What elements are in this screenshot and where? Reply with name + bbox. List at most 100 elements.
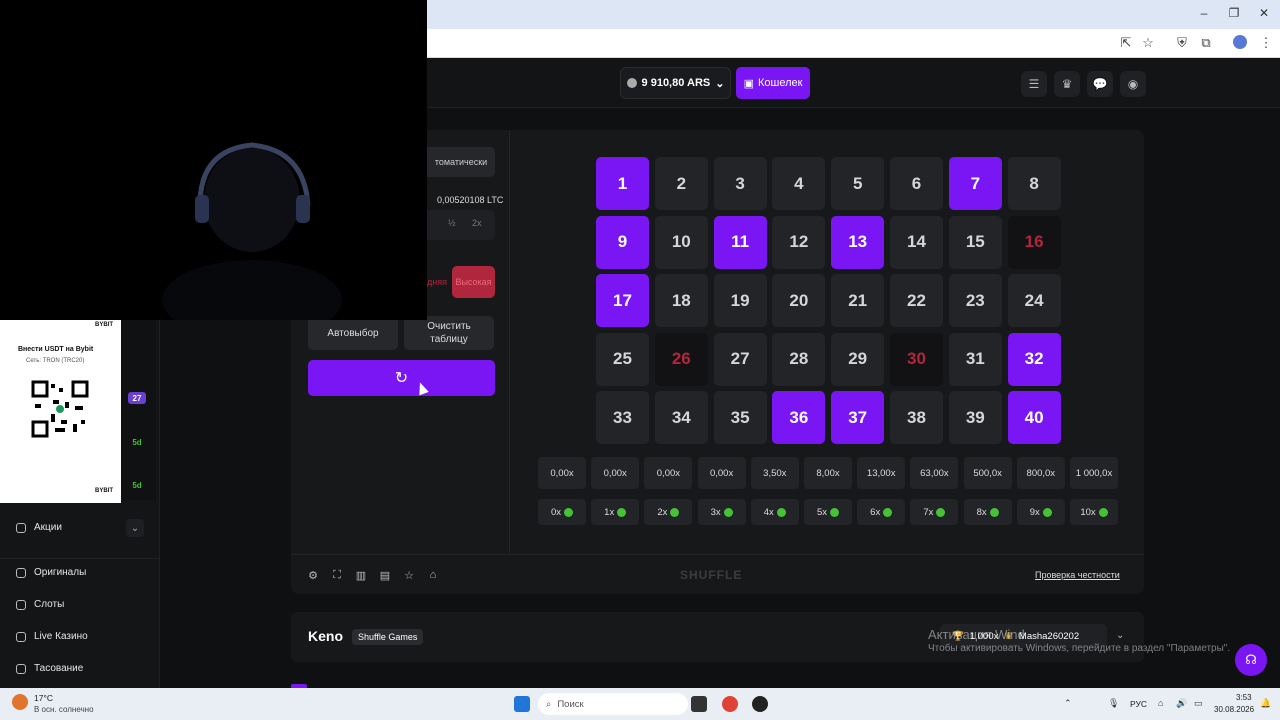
extension-shield-icon[interactable]: ⛨ <box>1174 35 1190 51</box>
windows-start-icon[interactable] <box>514 696 530 712</box>
keno-tile[interactable]: 14 <box>890 215 943 269</box>
keno-tile[interactable]: 2 <box>654 157 708 210</box>
keno-tile[interactable]: 20 <box>772 274 826 328</box>
sidebar-item-shuffling[interactable]: Тасование <box>16 663 83 674</box>
keno-tile[interactable]: 23 <box>948 274 1002 328</box>
keno-tile[interactable]: 27 <box>713 332 767 386</box>
keno-tile[interactable]: 1 <box>596 157 649 210</box>
battery-icon[interactable]: ▭ <box>1194 698 1203 709</box>
keno-tile[interactable]: 32 <box>1007 332 1061 386</box>
keno-tile[interactable]: 19 <box>713 274 767 328</box>
chevron-down-icon[interactable]: ⌄ <box>126 519 144 537</box>
keno-tile[interactable]: 13 <box>831 215 885 269</box>
taskbar-search[interactable]: ⌕ Поиск <box>538 693 688 715</box>
support-chat-button[interactable]: ☊ <box>1235 644 1267 676</box>
keno-tile[interactable]: 12 <box>772 215 826 269</box>
keno-tile[interactable]: 35 <box>713 391 767 445</box>
risk-high-button[interactable]: Высокая <box>452 266 495 298</box>
extensions-puzzle-icon[interactable]: ⧉ <box>1198 35 1214 51</box>
keno-tile[interactable]: 38 <box>890 391 943 445</box>
gem-icon <box>776 507 786 517</box>
keno-tile[interactable]: 6 <box>890 157 943 210</box>
keno-tile[interactable]: 10 <box>654 215 708 269</box>
keno-tile[interactable]: 9 <box>596 215 649 269</box>
task-view-icon[interactable] <box>691 696 707 712</box>
keno-tile[interactable]: 25 <box>596 332 649 386</box>
fairness-link[interactable]: Проверка честности <box>1035 570 1120 580</box>
favorite-star-icon[interactable]: ☆ <box>402 569 416 582</box>
account-icon[interactable]: ◉ <box>1120 71 1146 97</box>
keno-tile[interactable]: 7 <box>948 157 1002 210</box>
cast-icon[interactable]: ⇱ <box>1118 35 1134 51</box>
keno-tile[interactable]: 40 <box>1007 391 1061 445</box>
keno-tile[interactable]: 16 <box>1007 215 1061 269</box>
gift-icon[interactable]: ⌂ <box>426 569 440 581</box>
wallet-button[interactable]: ▣ Кошелек <box>736 67 810 99</box>
balance-selector[interactable]: 9 910,80 ARS ⌄ <box>620 67 731 99</box>
keno-tile[interactable]: 18 <box>654 274 708 328</box>
sidebar-item-slots[interactable]: Слоты <box>16 599 64 610</box>
sidebar-item-originals[interactable]: Оригиналы <box>16 567 86 578</box>
clock-date: 30.08.2026 <box>1214 705 1255 714</box>
stats-bars-icon[interactable]: ▥ <box>354 569 368 582</box>
volume-icon[interactable]: 🔊 <box>1176 698 1187 709</box>
play-button[interactable]: ↻ <box>308 360 495 396</box>
hit-count-label: 6x <box>870 506 881 518</box>
keno-tile[interactable]: 37 <box>831 391 885 445</box>
microphone-icon[interactable]: 🎙 <box>1108 698 1119 709</box>
keno-tile[interactable]: 33 <box>596 391 649 445</box>
chevron-down-icon[interactable]: ⌄ <box>1116 630 1124 641</box>
chart-icon[interactable]: ▤ <box>378 569 392 582</box>
keno-tile[interactable]: 34 <box>654 391 708 445</box>
hit-count-label: 4x <box>763 506 774 518</box>
top-user: Masha260202 <box>1018 630 1080 642</box>
keno-tile[interactable]: 28 <box>772 332 826 386</box>
notifications-icon[interactable]: 🔔 <box>1260 698 1271 709</box>
wallet-icon: ▣ <box>743 77 754 90</box>
minimize-icon[interactable]: – <box>1196 6 1212 20</box>
network-icon[interactable]: ⌂ <box>1158 698 1163 708</box>
keno-tile[interactable]: 30 <box>890 332 943 386</box>
keno-tile[interactable]: 11 <box>713 215 767 269</box>
weather-icon[interactable] <box>12 694 28 710</box>
sidebar-item-promotions[interactable]: Акции <box>16 522 62 533</box>
provider-badge[interactable]: Shuffle Games <box>352 629 424 645</box>
keno-tile[interactable]: 15 <box>948 215 1002 269</box>
bet-amount-input[interactable] <box>427 210 495 240</box>
theatre-mode-icon[interactable]: ⛶ <box>330 569 344 582</box>
keno-tile[interactable]: 29 <box>831 332 885 386</box>
profile-avatar-icon[interactable] <box>1232 35 1248 52</box>
autoselect-button[interactable]: Автовыбор <box>308 316 398 350</box>
keno-tile[interactable]: 24 <box>1007 274 1061 328</box>
maximize-icon[interactable]: ❐ <box>1226 6 1242 20</box>
keno-tile[interactable]: 8 <box>1007 157 1061 210</box>
rewards-icon[interactable]: ♛ <box>1054 71 1080 97</box>
sidebar-item-live-casino[interactable]: Live Казино <box>16 631 88 642</box>
keno-tile[interactable]: 26 <box>654 332 708 386</box>
keno-tile[interactable]: 5 <box>831 157 885 210</box>
keno-tile[interactable]: 3 <box>713 157 767 210</box>
half-bet-button[interactable]: ½ <box>448 218 456 228</box>
tab-auto[interactable]: томатически <box>427 147 495 177</box>
keno-tile[interactable]: 17 <box>596 274 649 328</box>
chat-icon[interactable]: 💬 <box>1087 71 1113 97</box>
chrome-icon[interactable] <box>722 696 738 712</box>
bookmark-star-icon[interactable]: ☆ <box>1140 35 1156 51</box>
risk-medium-button[interactable]: дняя <box>427 266 447 298</box>
close-icon[interactable]: ✕ <box>1256 6 1272 20</box>
keno-tile[interactable]: 39 <box>948 391 1002 445</box>
currency-icon <box>626 78 637 88</box>
keno-tile[interactable]: 21 <box>831 274 885 328</box>
clear-table-button[interactable]: Очистить таблицу <box>404 316 494 350</box>
double-bet-button[interactable]: 2x <box>472 218 482 228</box>
keno-tile[interactable]: 36 <box>772 391 826 445</box>
bets-history-icon[interactable]: ☰ <box>1021 71 1047 97</box>
menu-kebab-icon[interactable]: ⋮ <box>1258 35 1274 51</box>
settings-icon[interactable]: ⚙ <box>306 569 320 582</box>
keno-tile[interactable]: 22 <box>890 274 943 328</box>
keno-tile[interactable]: 4 <box>772 157 826 210</box>
obs-icon[interactable] <box>752 696 768 712</box>
input-language[interactable]: РУС <box>1130 699 1147 709</box>
keno-tile[interactable]: 31 <box>948 332 1002 386</box>
tray-chevron-icon[interactable]: ⌃ <box>1064 698 1072 709</box>
